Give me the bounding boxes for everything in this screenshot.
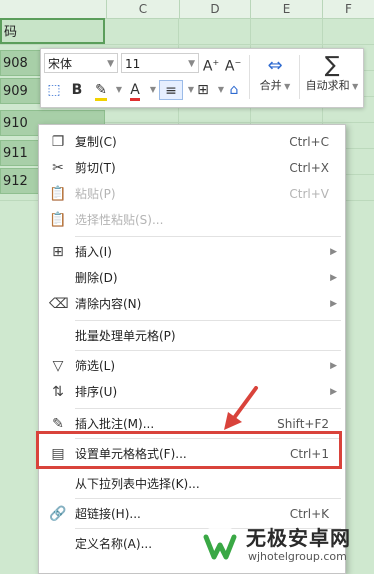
eraser-icon: ⌫	[49, 296, 69, 312]
column-header-f[interactable]: F	[323, 0, 374, 19]
menu-item-label: 复制(C)	[75, 135, 117, 149]
submenu-arrow-icon: ▶	[330, 247, 337, 257]
fill-color-icon[interactable]: ✎	[91, 80, 111, 101]
menu-item-pick-from-list[interactable]: 从下拉列表中选择(K)...	[39, 471, 345, 497]
increase-font-icon[interactable]: A+	[201, 53, 221, 75]
menu-separator	[75, 236, 341, 237]
menu-separator	[75, 498, 341, 499]
menu-item-label: 定义名称(A)...	[75, 537, 153, 551]
clear-format-icon[interactable]: ⌂	[224, 80, 244, 100]
column-header-e[interactable]: E	[251, 0, 323, 19]
menu-item-label: 从下拉列表中选择(K)...	[75, 477, 200, 491]
column-header-c[interactable]: C	[107, 0, 180, 19]
toolbar-divider	[249, 55, 250, 99]
menu-item-label: 选择性粘贴(S)...	[75, 213, 164, 227]
red-arrow-icon	[224, 386, 258, 430]
menu-item-label: 清除内容(N)	[75, 297, 142, 311]
chevron-down-icon: ▼	[188, 59, 195, 69]
menu-item-label: 粘贴(P)	[75, 187, 116, 201]
insert-icon: ⊞	[52, 244, 64, 260]
align-center-icon[interactable]: ≡	[159, 80, 183, 100]
format-painter-icon[interactable]: ⬚	[44, 80, 64, 100]
cell-header-code[interactable]: 码	[0, 18, 105, 44]
merge-label: 合并	[259, 79, 282, 92]
menu-item-delete[interactable]: 删除(D) ▶	[39, 265, 345, 291]
menu-item-label: 批量处理单元格(P)	[75, 329, 176, 343]
font-color-button[interactable]: A	[125, 80, 145, 101]
menu-item-label: 剪切(T)	[75, 161, 116, 175]
watermark-title: 无极安卓网	[246, 526, 351, 550]
menu-item-shortcut: Ctrl+C	[289, 135, 329, 149]
column-header-b[interactable]	[0, 0, 107, 19]
menu-item-filter[interactable]: ▽ 筛选(L) ▶	[39, 353, 345, 379]
menu-item-label: 删除(D)	[75, 271, 118, 285]
menu-separator	[75, 320, 341, 321]
scissors-icon: ✂	[52, 160, 64, 176]
watermark-url: wjhotelgroup.com	[248, 550, 347, 563]
menu-item-sort[interactable]: ⇅ 排序(U) ▶	[39, 379, 345, 405]
context-menu: ❐ 复制(C) Ctrl+C ✂ 剪切(T) Ctrl+X 📋 粘贴(P) Ct…	[38, 124, 346, 574]
font-size-value: 11	[125, 57, 141, 71]
menu-item-cut[interactable]: ✂ 剪切(T) Ctrl+X	[39, 155, 345, 181]
font-size-select[interactable]: 11 ▼	[121, 53, 199, 73]
mini-toolbar: 宋体 ▼ 11 ▼ A+ A− ⬚ B ✎ ▼ A ▼ ≡ ▼ ⊞ ▼ ⌂ ⇔ …	[40, 48, 364, 108]
copy-icon: ❐	[51, 134, 65, 150]
merge-button[interactable]: ⇔ 合并 ▼	[253, 53, 297, 103]
paste-icon: 📋	[49, 186, 67, 202]
menu-item-label: 插入(I)	[75, 245, 112, 259]
decrease-font-icon[interactable]: A−	[223, 53, 243, 75]
menu-item-paste[interactable]: 📋 粘贴(P) Ctrl+V	[39, 181, 345, 207]
border-icon[interactable]: ⊞	[193, 80, 213, 100]
toolbar-divider	[299, 55, 300, 99]
menu-item-shortcut: Ctrl+X	[289, 161, 329, 175]
menu-item-shortcut: Ctrl+V	[289, 187, 329, 201]
column-header-d[interactable]: D	[180, 0, 251, 19]
menu-separator	[75, 408, 341, 409]
autosum-button[interactable]: ∑ 自动求和 ▼	[303, 53, 361, 103]
menu-item-label: 筛选(L)	[75, 359, 116, 373]
submenu-arrow-icon: ▶	[330, 299, 337, 309]
font-color-letter: A	[130, 82, 140, 101]
chevron-down-icon: ▼	[107, 59, 114, 69]
menu-item-clear[interactable]: ⌫ 清除内容(N) ▶	[39, 291, 345, 317]
menu-item-insert[interactable]: ⊞ 插入(I) ▶	[39, 239, 345, 265]
paste-special-icon: 📋	[49, 212, 67, 228]
submenu-arrow-icon: ▶	[330, 361, 337, 371]
highlight-box	[36, 431, 342, 469]
bold-button[interactable]: B	[67, 80, 87, 100]
menu-separator	[75, 350, 341, 351]
watermark: 无极安卓网 wjhotelgroup.com	[196, 518, 374, 572]
gridline	[0, 44, 374, 45]
sigma-icon: ∑	[324, 53, 340, 78]
submenu-arrow-icon: ▶	[330, 387, 337, 397]
font-name-select[interactable]: 宋体 ▼	[44, 53, 118, 73]
menu-item-label: 排序(U)	[75, 385, 118, 399]
menu-item-label: 超链接(H)...	[75, 507, 141, 521]
watermark-logo-icon	[200, 525, 240, 565]
filter-icon: ▽	[52, 358, 64, 374]
menu-item-paste-special[interactable]: 📋 选择性粘贴(S)...	[39, 207, 345, 233]
link-icon: 🔗	[49, 506, 67, 522]
menu-item-batch[interactable]: 批量处理单元格(P)	[39, 323, 345, 349]
autosum-label: 自动求和	[305, 79, 350, 92]
submenu-arrow-icon: ▶	[330, 273, 337, 283]
sort-icon: ⇅	[52, 384, 64, 400]
font-name-value: 宋体	[48, 57, 73, 71]
merge-cells-icon: ⇔	[267, 55, 283, 76]
menu-item-copy[interactable]: ❐ 复制(C) Ctrl+C	[39, 129, 345, 155]
